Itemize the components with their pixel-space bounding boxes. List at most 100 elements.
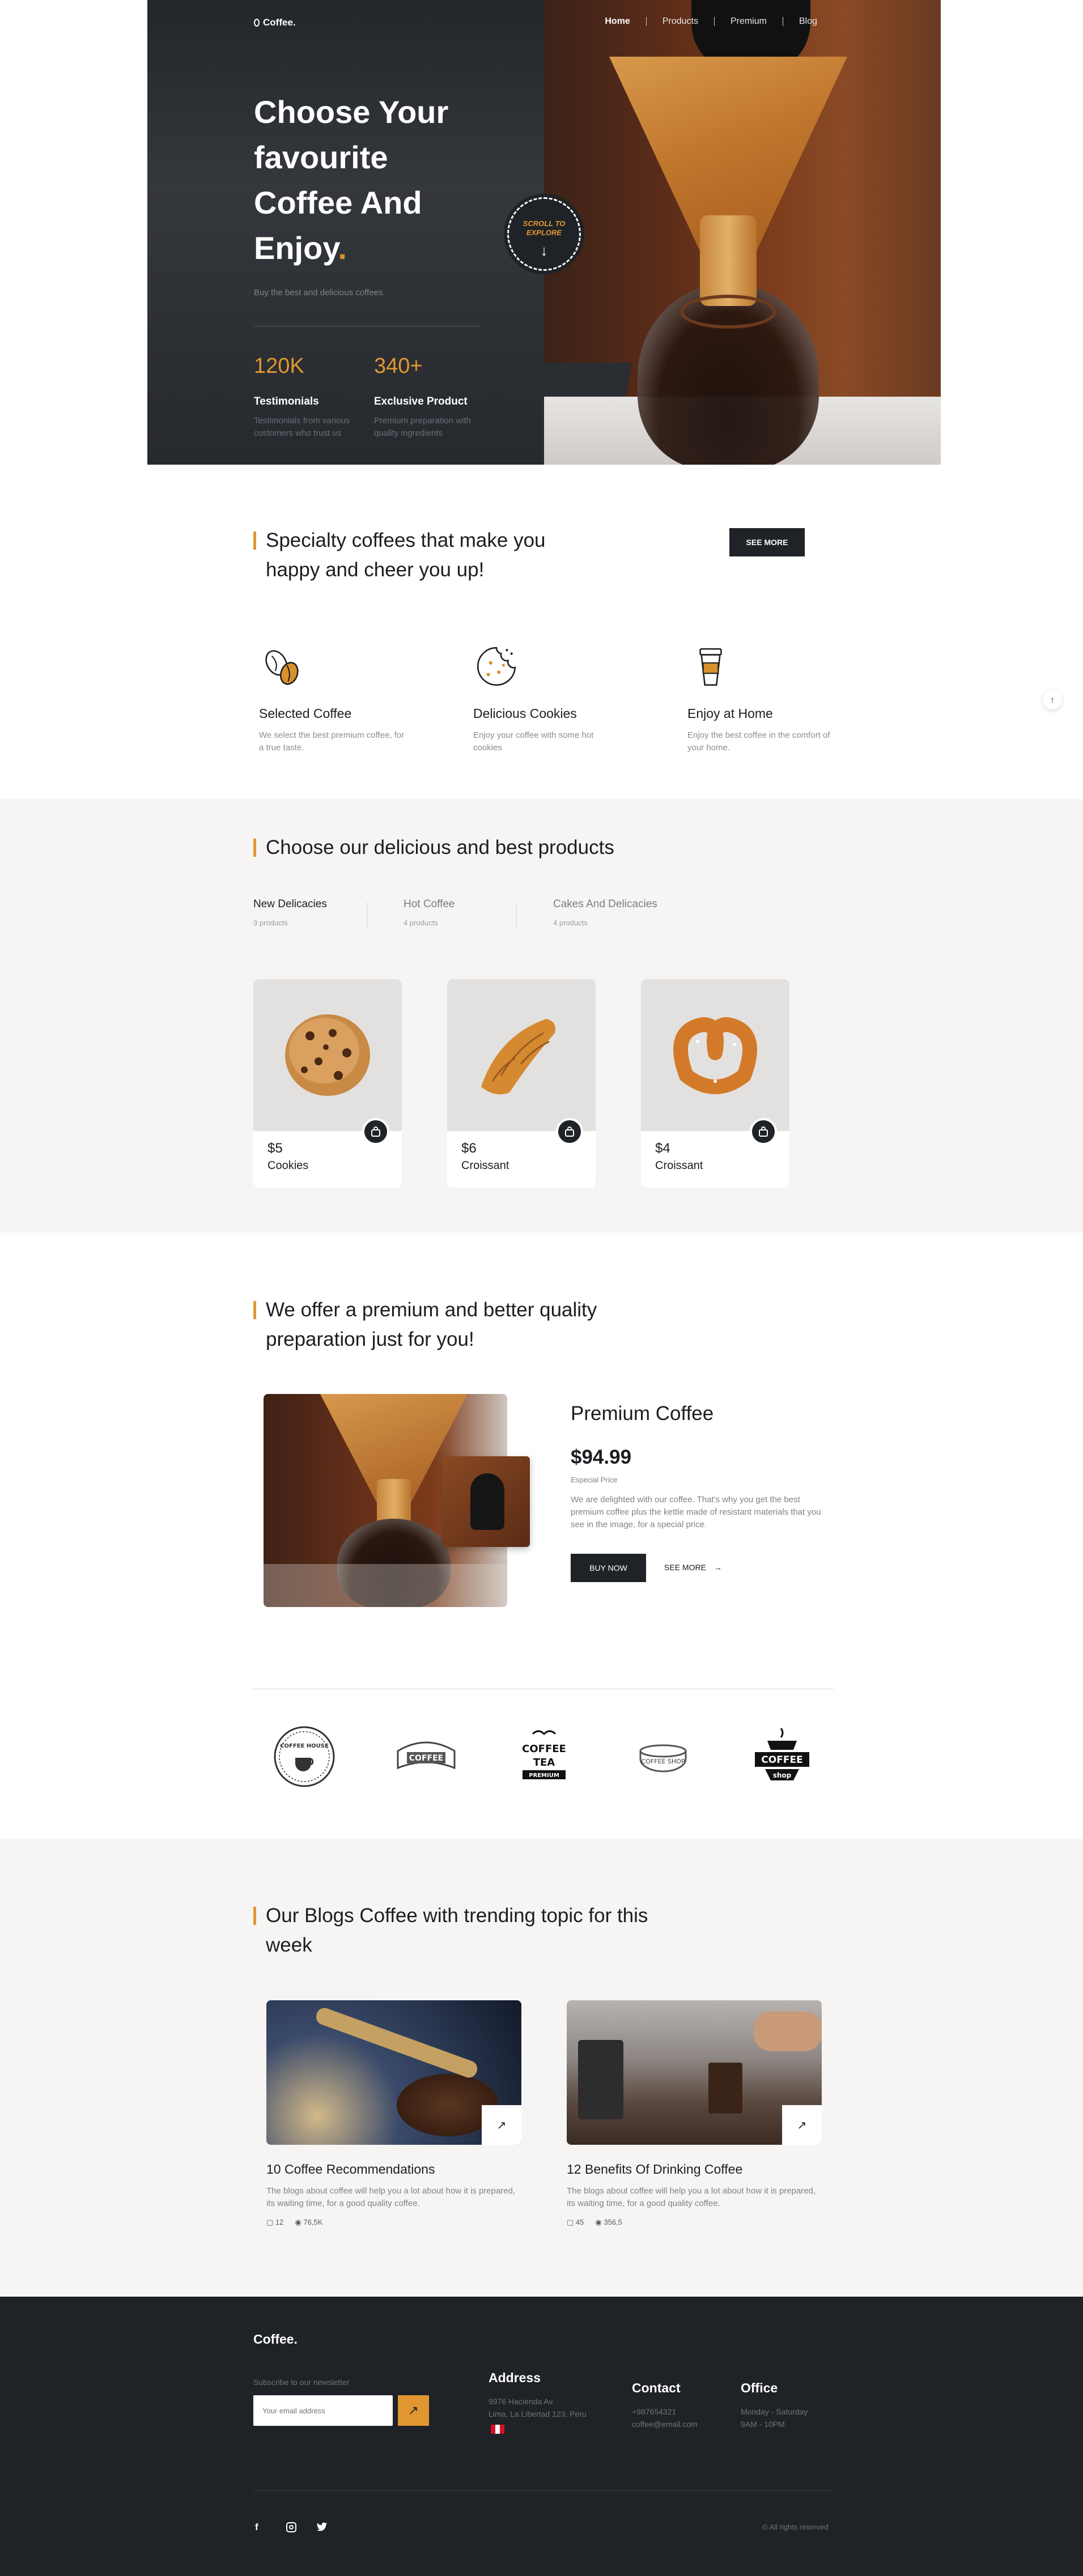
stat-number: 120K bbox=[254, 354, 304, 378]
office-hours-time: 9AM - 10PM bbox=[741, 2420, 785, 2429]
coffee-bean-icon bbox=[254, 19, 260, 27]
address-title: Address bbox=[489, 2370, 541, 2385]
hero-title: Choose Your favourite Coffee And Enjoy. bbox=[254, 94, 449, 266]
buy-now-button[interactable]: BUY NOW bbox=[571, 1554, 646, 1582]
feature-desc: We select the best premium coffee, for a… bbox=[259, 730, 405, 753]
blogs-title: Our Blogs Coffee with trending topic for… bbox=[253, 1901, 684, 1960]
tab-new-delicacies[interactable]: New Delicacies 3 products bbox=[253, 898, 327, 927]
footer-divider bbox=[253, 2490, 834, 2491]
see-more-button[interactable]: SEE MORE bbox=[729, 528, 805, 556]
stat-exclusive-product: 340+ Exclusive Product Premium preparati… bbox=[374, 354, 482, 440]
svg-text:COFFEE: COFFEE bbox=[522, 1743, 566, 1755]
svg-text:COFFEE: COFFEE bbox=[409, 1754, 443, 1763]
tab-count: 4 products bbox=[404, 919, 438, 927]
add-to-bag-button[interactable] bbox=[362, 1118, 389, 1145]
product-card[interactable]: $4 Croissant bbox=[641, 979, 789, 1188]
site-logo[interactable]: Coffee. bbox=[254, 17, 296, 28]
svg-text:COFFEE HOUSE: COFFEE HOUSE bbox=[280, 1743, 329, 1749]
scroll-to-explore-button[interactable]: SCROLL TO EXPLORE ↓ bbox=[504, 194, 584, 274]
coffee-beans-icon bbox=[265, 650, 299, 685]
shopping-bag-icon bbox=[565, 1127, 574, 1137]
product-card[interactable]: $5 Cookies bbox=[253, 979, 402, 1188]
feature-desc: Enjoy your coffee with some hot cookies bbox=[473, 730, 594, 753]
views-count: ◉ 356,5 bbox=[595, 2218, 622, 2226]
chemex-wood-collar bbox=[700, 215, 757, 306]
products-title: Choose our delicious and best products bbox=[253, 833, 707, 862]
croissant-image bbox=[481, 1019, 555, 1095]
product-image bbox=[641, 979, 789, 1145]
nav-premium[interactable]: Premium bbox=[715, 17, 783, 26]
product-name: Cookies bbox=[267, 1159, 309, 1172]
stat-desc: Testimonials from various customers who … bbox=[254, 416, 350, 438]
add-to-bag-button[interactable] bbox=[750, 1118, 777, 1145]
blog-title[interactable]: 10 Coffee Recommendations bbox=[266, 2162, 521, 2177]
hand-pouring bbox=[754, 2012, 822, 2051]
blog-card[interactable]: ↗ 10 Coffee Recommendations The blogs ab… bbox=[266, 2000, 521, 2227]
specialty-title: Specialty coffees that make you happy an… bbox=[253, 526, 571, 585]
contact-title: Contact bbox=[632, 2381, 681, 2395]
address-line-2: Lima, La Libertad 123, Peru bbox=[489, 2409, 587, 2418]
feature-enjoy-at-home: Enjoy at Home Enjoy the best coffee in t… bbox=[687, 643, 835, 753]
blog-card[interactable]: ↗ 12 Benefits Of Drinking Coffee The blo… bbox=[567, 2000, 822, 2227]
price-note: Especial Price bbox=[571, 1476, 618, 1484]
open-blog-button[interactable]: ↗ bbox=[482, 2105, 521, 2145]
takeaway-cup-icon bbox=[699, 648, 722, 686]
add-to-bag-button[interactable] bbox=[556, 1118, 583, 1145]
product-card[interactable]: $6 Croissant bbox=[447, 979, 596, 1188]
subscribe-button[interactable]: ↗ bbox=[398, 2395, 429, 2426]
svg-text:COFFEE: COFFEE bbox=[761, 1754, 802, 1766]
brand-logo-coffee-house: COFFEE HOUSE bbox=[274, 1726, 335, 1787]
comments-count: ▢ 45 bbox=[567, 2218, 584, 2226]
svg-text:COFFEE SHOP: COFFEE SHOP bbox=[642, 1758, 685, 1765]
cookie-icon bbox=[477, 647, 516, 686]
contact-email[interactable]: coffee@email.com bbox=[632, 2418, 698, 2430]
feature-title: Enjoy at Home bbox=[687, 706, 773, 721]
tab-hot-coffee[interactable]: Hot Coffee 4 products bbox=[404, 898, 455, 927]
instagram-icon[interactable] bbox=[286, 2522, 296, 2532]
open-blog-button[interactable]: ↗ bbox=[782, 2105, 822, 2145]
stat-testimonials: 120K Testimonials Testimonials from vari… bbox=[254, 354, 362, 440]
contact-phone[interactable]: +987654321 bbox=[632, 2405, 676, 2418]
arrow-down-icon: ↓ bbox=[540, 242, 548, 259]
facebook-icon[interactable]: f bbox=[255, 2522, 258, 2533]
comments-count: ▢ 12 bbox=[266, 2218, 284, 2226]
coffee-cup bbox=[708, 2063, 742, 2114]
brand-logo-coffee-shop: COFFEE SHOP bbox=[639, 1744, 687, 1772]
premium-price: $94.99 bbox=[571, 1446, 632, 1468]
kettle-thumbnail bbox=[442, 1456, 530, 1547]
product-name: Croissant bbox=[461, 1159, 509, 1172]
newsletter-label: Subscribe to our newsletter bbox=[253, 2378, 350, 2387]
see-more-label: SEE MORE bbox=[664, 1563, 706, 1572]
nav-products[interactable]: Products bbox=[647, 17, 715, 26]
blog-meta: ▢ 12 ◉ 76,5K bbox=[266, 2218, 521, 2227]
pretzel-image bbox=[673, 1017, 757, 1094]
newsletter-email-input[interactable] bbox=[253, 2395, 393, 2426]
stat-number: 340+ bbox=[374, 354, 423, 378]
scroll-to-top-button[interactable]: ↑ bbox=[1043, 690, 1062, 709]
blog-desc: The blogs about coffee will help you a l… bbox=[567, 2186, 816, 2208]
twitter-icon[interactable] bbox=[316, 2522, 328, 2532]
nav-home[interactable]: Home bbox=[589, 17, 647, 26]
hero-image bbox=[544, 0, 941, 465]
premium-product-name: Premium Coffee bbox=[571, 1402, 714, 1425]
nav-blog[interactable]: Blog bbox=[783, 17, 833, 26]
svg-text:PREMIUM: PREMIUM bbox=[529, 1772, 559, 1779]
blog-image: ↗ bbox=[567, 2000, 822, 2145]
tab-cakes-and-delicacies[interactable]: Cakes And Delicacies 4 products bbox=[553, 898, 657, 927]
stat-label: Exclusive Product bbox=[374, 396, 468, 407]
stat-label: Testimonials bbox=[254, 396, 319, 407]
product-price: $5 bbox=[267, 1141, 283, 1156]
see-more-link[interactable]: SEE MORE → bbox=[664, 1563, 722, 1572]
arrow-up-icon: ↑ bbox=[1050, 695, 1055, 705]
shopping-bag-icon bbox=[371, 1127, 380, 1137]
cookie-image bbox=[285, 1014, 370, 1096]
leather-tie bbox=[680, 295, 776, 329]
grinder-handle bbox=[313, 2005, 480, 2080]
arrow-up-right-icon: ↗ bbox=[496, 2119, 507, 2132]
footer-logo[interactable]: Coffee. bbox=[253, 2332, 298, 2347]
blog-title[interactable]: 12 Benefits Of Drinking Coffee bbox=[567, 2162, 822, 2177]
shopping-bag-icon bbox=[759, 1127, 768, 1137]
feature-title: Delicious Cookies bbox=[473, 706, 577, 721]
premium-description: We are delighted with our coffee. That's… bbox=[571, 1495, 821, 1529]
grinder bbox=[578, 2040, 623, 2119]
